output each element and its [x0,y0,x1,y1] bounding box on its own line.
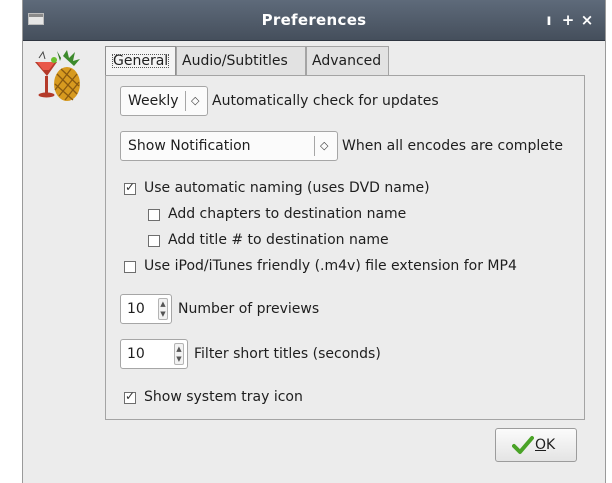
auto-naming-label: Use automatic naming (uses DVD name) [144,180,430,196]
tab-general[interactable]: General [105,46,176,76]
tab-advanced-label: Advanced [312,53,382,69]
general-tab-panel: Weekly ◇ Automatically check for updates… [105,75,585,420]
short-titles-value: 10 [127,346,145,362]
short-titles-label: Filter short titles (seconds) [194,346,381,362]
tab-audio-subtitles[interactable]: Audio/Subtitles [176,46,306,75]
update-frequency-select[interactable]: Weekly ◇ [120,86,208,116]
window-title: Preferences [261,11,367,29]
previews-value: 10 [127,301,145,317]
ok-button-label: OK [535,437,556,453]
chevron-updown-icon: ◇ [191,94,200,107]
ok-button[interactable]: OK [495,428,577,462]
tab-advanced[interactable]: Advanced [306,46,389,75]
short-titles-spinner[interactable]: 10 ▲ ▼ [120,339,188,369]
close-button[interactable]: × [579,0,595,40]
pineapple-cocktail-logo-icon [35,50,80,101]
add-title-checkbox[interactable] [148,235,160,247]
chevron-updown-icon: ◇ [320,139,329,152]
encodes-complete-label: When all encodes are complete [342,138,563,154]
tray-icon-checkbox[interactable] [124,389,136,404]
checkmark-icon [512,436,534,454]
chevron-down-icon[interactable]: ▼ [159,309,167,319]
auto-naming-checkbox[interactable] [124,180,136,195]
encodes-complete-select[interactable]: Show Notification ◇ [120,131,338,161]
chevron-up-icon[interactable]: ▲ [175,344,183,354]
tab-general-label: General [112,53,170,69]
minimize-button[interactable]: ı [541,0,557,40]
update-check-label: Automatically check for updates [212,93,439,109]
tray-icon-label: Show system tray icon [144,389,303,405]
chevron-up-icon[interactable]: ▲ [159,299,167,309]
add-chapters-label: Add chapters to destination name [168,206,407,222]
update-frequency-value: Weekly [128,93,179,109]
ipod-extension-checkbox[interactable] [124,261,136,273]
tab-audio-subtitles-label: Audio/Subtitles [182,53,288,69]
short-titles-stepper-buttons[interactable]: ▲ ▼ [174,343,184,365]
previews-spinner[interactable]: 10 ▲ ▼ [120,294,172,324]
add-title-label: Add title # to destination name [168,232,389,248]
title-bar[interactable]: Preferences ı + × [23,0,605,41]
preferences-window: Preferences ı + × General Audio/Subtitle… [22,0,606,483]
add-chapters-checkbox[interactable] [148,209,160,221]
previews-label: Number of previews [178,301,320,317]
chevron-down-icon[interactable]: ▼ [175,354,183,364]
maximize-button[interactable]: + [560,0,576,40]
previews-stepper-buttons[interactable]: ▲ ▼ [158,298,168,320]
ipod-extension-label: Use iPod/iTunes friendly (.m4v) file ext… [144,258,517,274]
encodes-complete-value: Show Notification [128,138,251,154]
